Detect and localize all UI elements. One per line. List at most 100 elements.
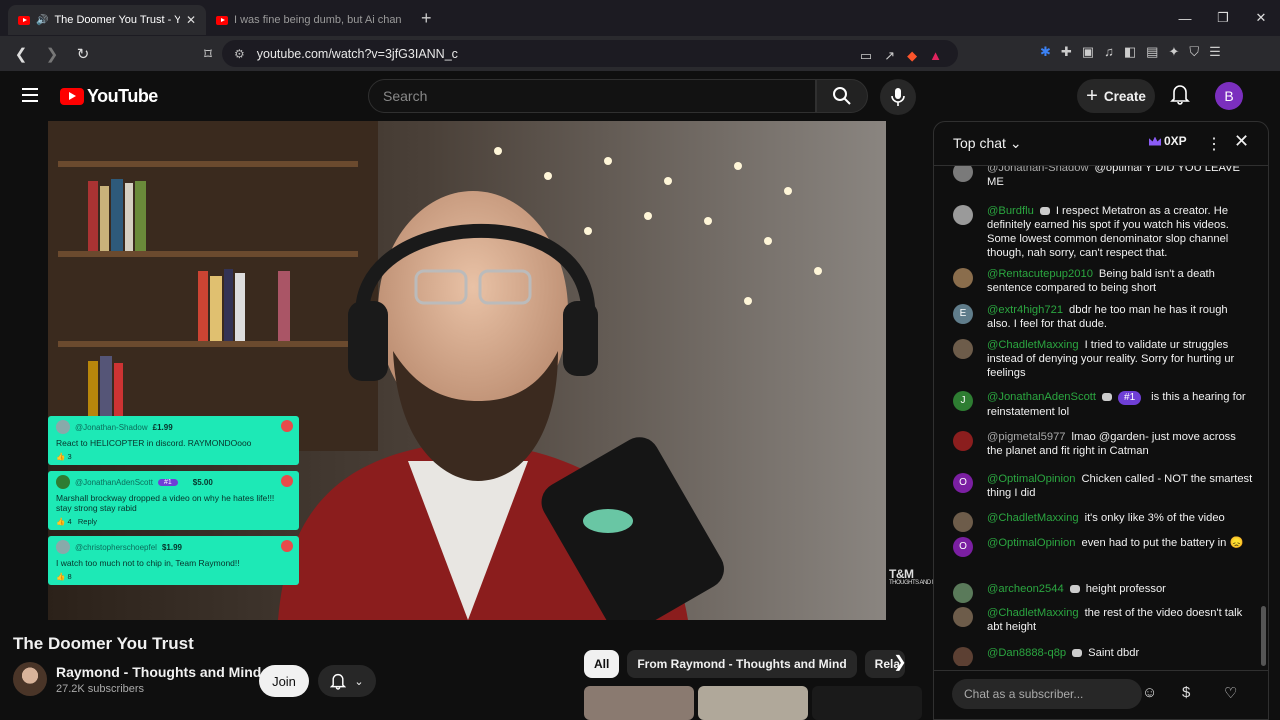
chat-author[interactable]: @JonathanAdenScott (987, 391, 1096, 403)
maximize-icon[interactable]: ❐ (1204, 10, 1242, 26)
avatar[interactable] (953, 647, 973, 666)
chat-text: it's onky like 3% of the video (1084, 512, 1225, 524)
chat-author[interactable]: @pigmetal5977 (987, 431, 1066, 443)
create-label: Create (1103, 88, 1146, 104)
superchat-user: @Jonathan-Shadow (75, 422, 148, 432)
notifications-button[interactable] (1170, 83, 1190, 110)
chat-scrollbar[interactable] (1260, 166, 1268, 666)
avatar[interactable]: E (953, 304, 973, 324)
super-chat-icon[interactable]: $ (1182, 684, 1190, 701)
avatar[interactable] (953, 431, 973, 451)
more-options-icon[interactable]: ⋮ (1206, 134, 1222, 154)
speaker-icon[interactable]: 🔊 (36, 15, 48, 26)
heart-icon[interactable]: ♡ (1224, 684, 1237, 702)
wallet-icon[interactable]: ▤ (1146, 44, 1158, 60)
close-icon[interactable]: ✕ (1234, 131, 1249, 152)
chat-message: @Jonathan-Shadow @optimal Y DID YOU LEAVE… (953, 166, 1253, 189)
subscription-notifications-button[interactable]: ⌄ (318, 665, 376, 697)
scroll-thumb[interactable] (1261, 606, 1266, 666)
chat-author[interactable]: @archeon2544 (987, 583, 1064, 595)
avatar[interactable] (953, 583, 973, 603)
chat-author[interactable]: @ChadletMaxxing (987, 512, 1079, 524)
cast-icon[interactable]: ▭ (860, 48, 872, 64)
avatar[interactable] (953, 166, 973, 182)
bookmark-icon[interactable]: ⌑ (195, 45, 221, 63)
avatar[interactable] (953, 512, 973, 532)
related-thumbnails (584, 686, 922, 720)
address-bar[interactable]: ⚙ youtube.com/watch?v=3jfG3IANN_c ▭ ↗ ◆ … (222, 40, 958, 67)
extension-icon[interactable]: ✱ (1040, 44, 1051, 60)
vpn-icon[interactable]: ⛉ (1189, 44, 1199, 60)
xp-value: 0XP (1164, 134, 1187, 148)
brave-rewards-icon[interactable]: ▲ (929, 48, 942, 64)
channel-avatar-icon (281, 540, 293, 552)
chat-author[interactable]: @OptimalOpinion (987, 537, 1075, 549)
chip-all[interactable]: All (584, 650, 620, 678)
chat-input[interactable]: Chat as a subscriber... (952, 679, 1142, 709)
avatar[interactable]: O (953, 537, 973, 557)
emoji-icon[interactable]: ☺ (1142, 684, 1157, 701)
avatar[interactable] (953, 339, 973, 359)
chevron-right-icon[interactable]: ❯ (888, 652, 912, 676)
media-icon[interactable]: ♫ (1104, 44, 1114, 60)
avatar[interactable]: O (953, 473, 973, 493)
member-badge-icon (1102, 393, 1113, 402)
menu-icon[interactable]: ☰ (1209, 44, 1221, 60)
brave-shield-icon[interactable]: ◆ (907, 48, 917, 64)
avatar[interactable]: J (953, 391, 973, 411)
site-settings-icon[interactable]: ⚙ (234, 47, 245, 61)
youtube-play-icon (60, 88, 84, 105)
voice-search-button[interactable] (880, 79, 916, 115)
sidebar-icon[interactable]: ◧ (1124, 44, 1136, 60)
browser-tab[interactable]: I was fine being dumb, but Ai changed me (206, 5, 411, 35)
chat-author[interactable]: @extr4high721 (987, 304, 1063, 316)
channel-avatar[interactable] (13, 662, 47, 696)
video-thumbnail[interactable] (812, 686, 922, 720)
chat-author[interactable]: @ChadletMaxxing (987, 339, 1079, 351)
youtube-logo[interactable]: YouTube (60, 86, 158, 107)
channel-name[interactable]: Raymond - Thoughts and Mind (56, 664, 261, 680)
minimize-icon[interactable]: — (1166, 11, 1204, 26)
superchat-card: @christopherschoepfel $1.99 I watch too m… (48, 536, 299, 585)
video-thumbnail[interactable] (698, 686, 808, 720)
channel-info: Raymond - Thoughts and Mind 27.2K subscr… (13, 662, 261, 696)
screenshot-icon[interactable]: ▣ (1082, 44, 1094, 60)
chip-from-channel[interactable]: From Raymond - Thoughts and Mind (627, 650, 857, 678)
chat-author[interactable]: @Rentacutepup2010 (987, 268, 1093, 280)
chat-author[interactable]: @ChadletMaxxing (987, 607, 1079, 619)
browser-tab-active[interactable]: 🔊 The Doomer You Trust - YouTube ✕ (8, 5, 206, 35)
join-button[interactable]: Join (259, 665, 309, 697)
back-icon[interactable]: ❮ (8, 45, 34, 63)
video-thumbnail[interactable] (584, 686, 694, 720)
superchat-message: React to HELICOPTER in discord. RAYMONDO… (56, 438, 252, 448)
leo-icon[interactable]: ✦ (1168, 44, 1179, 60)
plus-icon: + (1086, 84, 1098, 107)
avatar[interactable] (953, 205, 973, 225)
chat-message: @Rentacutepup2010 Being bald isn't a deat… (953, 267, 1253, 295)
chat-message: E @extr4high721 dbdr he too man he has it … (953, 303, 1253, 331)
chat-author[interactable]: @Burdflu (987, 205, 1034, 217)
search-button[interactable] (816, 79, 868, 113)
youtube-header: YouTube Search + Create B (0, 71, 1280, 121)
close-window-icon[interactable]: ✕ (1242, 10, 1280, 26)
avatar[interactable] (953, 607, 973, 627)
forward-icon[interactable]: ❯ (39, 45, 65, 63)
chat-author[interactable]: @OptimalOpinion (987, 473, 1075, 485)
chat-message: @pigmetal5977 lmao @garden- just move acr… (953, 430, 1253, 458)
channel-avatar-icon (281, 475, 293, 487)
account-avatar[interactable]: B (1215, 82, 1243, 110)
chat-text: height professor (1085, 583, 1166, 595)
new-tab-button[interactable]: + (421, 8, 432, 29)
guide-menu-icon[interactable] (22, 88, 38, 102)
xp-badge[interactable]: 0XP (1149, 134, 1187, 148)
chat-author[interactable]: @Jonathan-Shadow (987, 166, 1089, 174)
reload-icon[interactable]: ↻ (70, 45, 96, 63)
avatar[interactable] (953, 268, 973, 288)
search-input[interactable]: Search (368, 79, 816, 113)
create-button[interactable]: + Create (1077, 79, 1155, 113)
close-tab-icon[interactable]: ✕ (186, 13, 196, 27)
chat-author[interactable]: @Dan8888-q8p (987, 647, 1066, 659)
chat-mode-selector[interactable]: Top chat ⌄ (953, 135, 1022, 152)
puzzle-icon[interactable]: ✚ (1061, 44, 1072, 60)
share-icon[interactable]: ↗ (884, 48, 895, 64)
